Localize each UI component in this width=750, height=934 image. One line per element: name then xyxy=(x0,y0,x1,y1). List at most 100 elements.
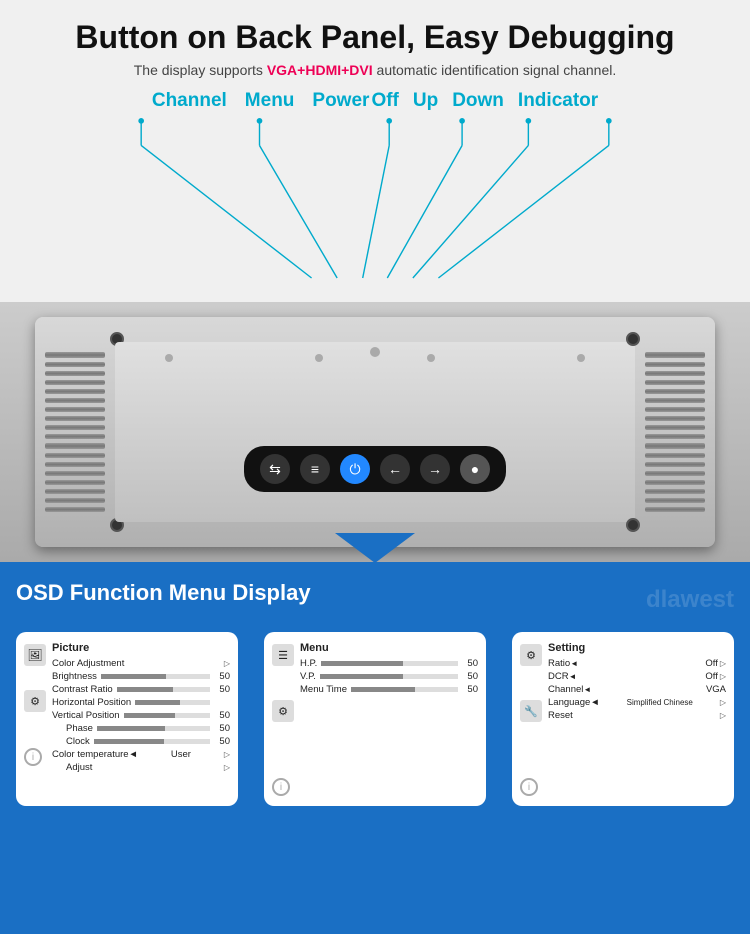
down-button[interactable]: → xyxy=(420,454,450,484)
colortemp-row: Color temperature◄ User ▷ xyxy=(52,749,230,760)
vent-line xyxy=(45,434,105,439)
hpos-row: Horizontal Position xyxy=(52,697,230,708)
channel-row: Channel ◄ VGA xyxy=(548,684,726,695)
picture-title: Picture xyxy=(52,642,230,654)
vent-line xyxy=(45,480,105,485)
screw-inner-2 xyxy=(315,354,323,362)
vent-line xyxy=(645,425,705,430)
vent-line xyxy=(645,434,705,439)
monitor-back: ⇆ ≡ ⏻ ← → ● xyxy=(35,317,715,547)
vpos-row: Vertical Position 50 xyxy=(52,710,230,721)
menu-settings-icon: ⚙ xyxy=(272,700,294,722)
vent-line xyxy=(45,389,105,394)
vent-line xyxy=(645,480,705,485)
subtitle-highlight: VGA+HDMI+DVI xyxy=(267,62,373,78)
diagram-lines xyxy=(20,112,730,302)
color-adjust-row: Color Adjustment ▷ xyxy=(52,658,230,669)
watermark: dlawest xyxy=(646,586,734,614)
label-indicator: Indicator xyxy=(518,90,598,112)
vent-line xyxy=(45,380,105,385)
vp-row: V.P. 50 xyxy=(300,671,478,682)
info-icon: i xyxy=(24,748,42,766)
vent-line xyxy=(645,362,705,367)
menu-icon: ☰ xyxy=(272,644,294,666)
subtitle-after: automatic identification signal channel. xyxy=(373,62,617,78)
vent-line xyxy=(645,498,705,503)
vent-line xyxy=(45,453,105,458)
screw-top-center xyxy=(370,347,380,357)
menutime-row: Menu Time 50 xyxy=(300,684,478,695)
vent-line xyxy=(45,443,105,448)
vent-line xyxy=(645,462,705,467)
setting-icon: ⚙ xyxy=(520,644,542,666)
reset-row: Reset ▷ xyxy=(548,710,726,721)
ratio-row: Ratio ◄ Off ▷ xyxy=(548,658,726,669)
vent-line xyxy=(45,507,105,512)
label-menu: Menu xyxy=(245,90,295,112)
vent-line xyxy=(645,352,705,357)
vent-line xyxy=(645,471,705,476)
menu-info-icon: i xyxy=(272,778,290,796)
picture-card: 🖼 ⚙ i Picture Color Adjustment ▷ Brightn… xyxy=(16,632,238,806)
label-channel: Channel xyxy=(152,90,227,112)
vent-line xyxy=(45,416,105,421)
label-row: Channel Menu Power Off Up Down Indicator xyxy=(20,90,730,112)
monitor-inner: ⇆ ≡ ⏻ ← → ● xyxy=(115,342,635,522)
vent-line xyxy=(45,471,105,476)
label-up: Up xyxy=(413,90,438,112)
button-panel: ⇆ ≡ ⏻ ← → ● xyxy=(244,446,506,492)
vent-line xyxy=(645,443,705,448)
vent-line xyxy=(45,462,105,467)
channel-button[interactable]: ⇆ xyxy=(260,454,290,484)
menu-card: ☰ ⚙ i Menu H.P. 50 V.P. xyxy=(264,632,486,806)
dcr-row: DCR ◄ Off ▷ xyxy=(548,671,726,682)
vent-line xyxy=(645,453,705,458)
menu-cards: 🖼 ⚙ i Picture Color Adjustment ▷ Brightn… xyxy=(16,632,734,806)
vent-line xyxy=(645,489,705,494)
label-down: Down xyxy=(452,90,504,112)
vent-line xyxy=(645,507,705,512)
screw-inner-3 xyxy=(427,354,435,362)
subtitle-before: The display supports xyxy=(134,62,267,78)
vent-line xyxy=(45,425,105,430)
screw-inner-4 xyxy=(577,354,585,362)
vent-line xyxy=(645,398,705,403)
screw-inner-1 xyxy=(165,354,173,362)
up-button[interactable]: ← xyxy=(380,454,410,484)
label-off: Off xyxy=(371,90,398,112)
page-title: Button on Back Panel, Easy Debugging xyxy=(20,18,730,56)
setting-icon2: 🔧 xyxy=(520,700,542,722)
settings-icon: ⚙ xyxy=(24,690,46,712)
screw-right-bottom xyxy=(626,518,640,532)
page-container: Button on Back Panel, Easy Debugging The… xyxy=(0,0,750,934)
top-section: Button on Back Panel, Easy Debugging The… xyxy=(0,0,750,302)
vent-right xyxy=(645,352,705,512)
vent-left xyxy=(45,352,105,512)
vent-line xyxy=(45,498,105,503)
vent-line xyxy=(45,489,105,494)
bottom-section: OSD Function Menu Display dlawest 🖼 ⚙ i … xyxy=(0,562,750,934)
vent-line xyxy=(645,389,705,394)
arrow-indicator xyxy=(335,533,415,562)
screw-right-top xyxy=(626,332,640,346)
setting-card: ⚙ 🔧 i Setting Ratio ◄ Off ▷ DCR xyxy=(512,632,734,806)
brightness-row: Brightness 50 xyxy=(52,671,230,682)
menu-title: Menu xyxy=(300,642,478,654)
power-button[interactable]: ⏻ xyxy=(340,454,370,484)
vent-line xyxy=(45,362,105,367)
vent-line xyxy=(645,407,705,412)
clock-row: Clock 50 xyxy=(52,736,230,747)
vent-line xyxy=(645,380,705,385)
indicator-button[interactable]: ● xyxy=(460,454,490,484)
picture-icon: 🖼 xyxy=(24,644,46,666)
adjust-row: Adjust ▷ xyxy=(52,762,230,773)
osd-title: OSD Function Menu Display xyxy=(16,580,311,606)
vent-line xyxy=(645,416,705,421)
phase-row: Phase 50 xyxy=(52,723,230,734)
monitor-section: ⇆ ≡ ⏻ ← → ● xyxy=(0,302,750,562)
menu-button[interactable]: ≡ xyxy=(300,454,330,484)
contrast-row: Contrast Ratio 50 xyxy=(52,684,230,695)
language-row: Language◄ Simplified Chinese ▷ xyxy=(548,697,726,708)
vent-line xyxy=(45,371,105,376)
vent-line xyxy=(645,371,705,376)
